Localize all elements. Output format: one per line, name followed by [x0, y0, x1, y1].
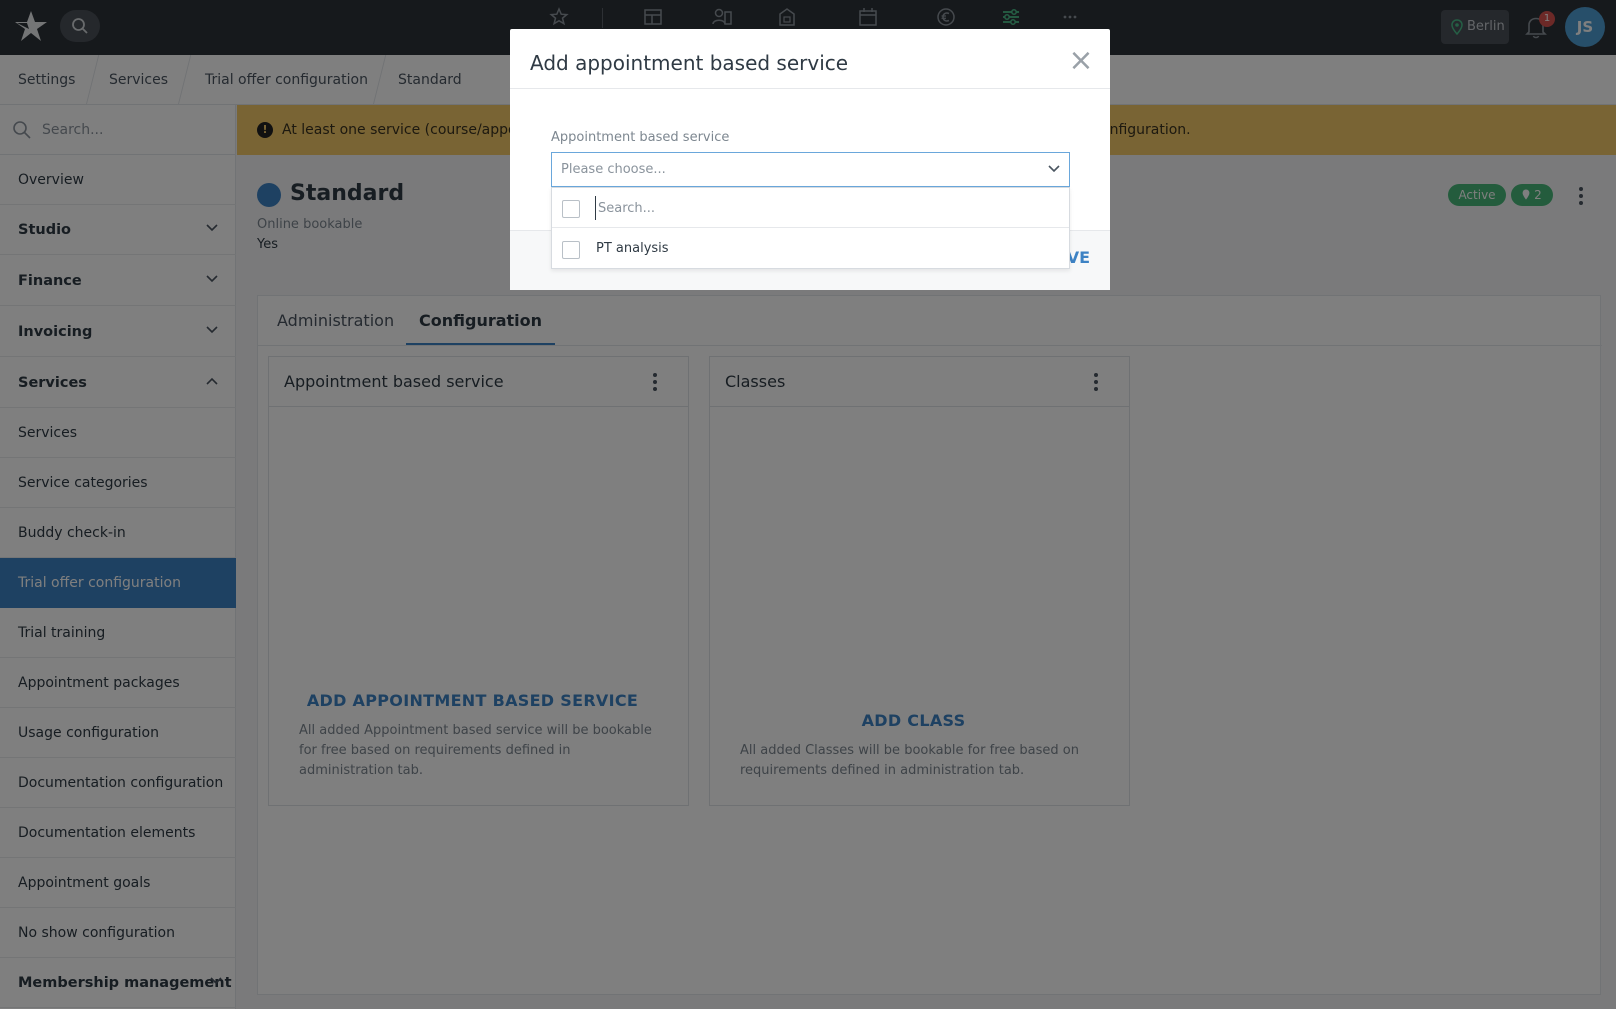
dropdown-search-row [552, 188, 1069, 228]
dropdown-search-input[interactable] [595, 196, 1035, 220]
option-label: PT analysis [596, 241, 669, 256]
dialog-title: Add appointment based service [530, 51, 849, 75]
dropdown-option[interactable]: PT analysis [552, 229, 1069, 269]
option-checkbox[interactable] [562, 241, 580, 259]
chevron-down-icon [1048, 165, 1060, 173]
field-label: Appointment based service [551, 130, 730, 145]
close-icon[interactable]: × [1066, 46, 1096, 76]
select-placeholder: Please choose... [561, 162, 666, 177]
dialog-divider [510, 88, 1110, 89]
select-dropdown-menu: PT analysis [551, 187, 1070, 269]
save-button[interactable]: VE [1067, 248, 1090, 267]
select-all-checkbox[interactable] [562, 200, 580, 218]
appointment-service-select[interactable]: Please choose... [551, 152, 1070, 187]
